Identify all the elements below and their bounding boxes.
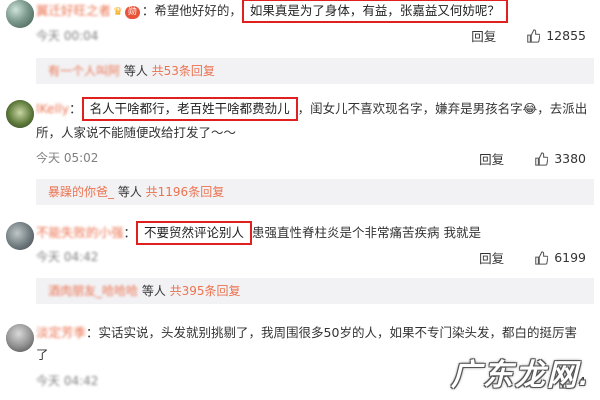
reply-mid: 等人 (114, 185, 146, 199)
thumbs-up-icon[interactable] (534, 250, 549, 265)
avatar[interactable] (6, 324, 34, 352)
comment-text: ： (123, 225, 137, 240)
comment-2: lKelly： 名人干啥都行，老百姓干啥都费劲儿 ，闺女儿不喜欢现名字，嫌弃是男孩名… (0, 96, 600, 206)
timestamp: 今天 00:04 (36, 29, 99, 43)
avatar[interactable] (6, 0, 34, 28)
comment-1: 翼迁好旺之者 ♛ 勋：希望他好好的， 如果真是为了身体，有益，张嘉益又何妨呢？ 今天 … (0, 0, 600, 84)
comment-3: 不能失败的小强： 不要贸然评论别人 患强直性脊柱炎是个非常痛苦疾病 我就是 今天 0… (0, 220, 600, 306)
reply-count[interactable]: 共395条回复 (170, 284, 241, 298)
comment-text-continued: ，闺女儿不喜欢现名字，嫌弃是男孩名字😂，去派出 (297, 101, 588, 116)
reply-count[interactable]: 共1196条回复 (146, 185, 225, 199)
comment-text-line2: 了 (36, 347, 49, 362)
reply-mid: 等人 (138, 284, 170, 298)
replies-summary[interactable]: 暴躁的你爸_ 等人 共1196条回复 (36, 179, 594, 205)
like-count: 6199 (554, 250, 586, 265)
crown-icon: ♛ (113, 5, 123, 18)
comment-text-continued: 实话实说，头发就别挑剔了，我周围很多50岁的人，如果不专门染头发，都白的挺厉害 (98, 325, 577, 340)
timestamp: 今天 05:02 (36, 151, 99, 165)
comment-text: ： (86, 325, 99, 340)
reply-user[interactable]: 酒肉朋友_哈哈哈 (48, 284, 138, 298)
timestamp: 今天 04:42 (36, 250, 99, 264)
username[interactable]: 不能失败的小强 (36, 225, 124, 240)
reply-user[interactable]: 暴躁的你爸_ (48, 185, 114, 199)
reply-user[interactable]: 有一个人叫阿 (48, 64, 120, 78)
watermark-text: 广东龙网 (450, 358, 579, 393)
comment-text: ：希望他好好的， (141, 3, 242, 18)
timestamp: 今天 04:42 (36, 374, 99, 388)
highlighted-text: 如果真是为了身体，有益，张嘉益又何妨呢？ (241, 0, 508, 23)
username[interactable]: lKelly (36, 101, 69, 116)
username[interactable]: 淡定芳季 (36, 325, 86, 340)
reply-button[interactable]: 回复 (479, 149, 504, 168)
watermark-logo: 广东龙网. (451, 350, 590, 394)
reply-count[interactable]: 共53条回复 (152, 64, 215, 78)
highlighted-text: 名人干啥都行，老百姓干啥都费劲儿 (81, 97, 298, 121)
watermark-dot: . (578, 363, 590, 391)
like-count: 12855 (546, 28, 586, 43)
reply-button[interactable]: 回复 (471, 26, 496, 45)
reply-button[interactable]: 回复 (479, 248, 504, 267)
comment-text-continued: 患强直性脊柱炎是个非常痛苦疾病 我就是 (252, 225, 482, 240)
avatar[interactable] (6, 222, 34, 250)
thumbs-up-icon[interactable] (526, 28, 541, 43)
highlighted-text: 不要贸然评论别人 (136, 221, 253, 245)
badge-icon: 勋 (124, 6, 140, 19)
replies-summary[interactable]: 酒肉朋友_哈哈哈 等人 共395条回复 (36, 278, 594, 304)
thumbs-up-icon[interactable] (534, 151, 549, 166)
comment-text: ： (69, 101, 82, 116)
avatar[interactable] (6, 100, 34, 128)
replies-summary[interactable]: 有一个人叫阿 等人 共53条回复 (36, 58, 594, 84)
username[interactable]: 翼迁好旺之者 (36, 3, 111, 18)
comment-text-line2: 所，人家说不能随便改给打发了～～ (36, 125, 237, 140)
reply-mid: 等人 (120, 64, 152, 78)
like-count: 3380 (554, 151, 586, 166)
